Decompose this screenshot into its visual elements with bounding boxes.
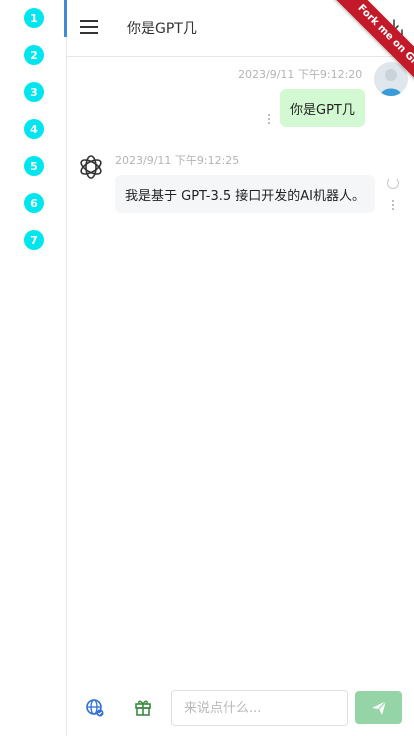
rail-item-4[interactable]: 4 xyxy=(24,119,44,139)
more-options-icon[interactable] xyxy=(391,199,395,211)
message-input[interactable] xyxy=(171,690,348,726)
send-icon xyxy=(371,700,386,715)
rail-item-7[interactable]: 7 xyxy=(24,230,44,250)
gift-icon[interactable] xyxy=(133,697,153,717)
user-message-bubble: 你是GPT几 xyxy=(280,89,365,127)
openai-logo-icon xyxy=(80,155,102,179)
globe-icon[interactable] xyxy=(85,698,105,718)
bot-message-text: 我是基于 GPT-3.5 接口开发的AI机器人。 xyxy=(125,188,366,204)
rail-item-3[interactable]: 3 xyxy=(24,82,44,102)
hamburger-icon[interactable] xyxy=(79,18,99,36)
user-message-text: 你是GPT几 xyxy=(290,102,355,118)
rail-item-6[interactable]: 6 xyxy=(24,193,44,213)
rail-item-2[interactable]: 2 xyxy=(24,45,44,65)
bot-message-bubble: 我是基于 GPT-3.5 接口开发的AI机器人。 xyxy=(115,175,376,213)
message-timestamp: 2023/9/11 下午9:12:25 xyxy=(115,154,240,167)
rail-item-5[interactable]: 5 xyxy=(24,156,44,176)
rail-item-1[interactable]: 1 xyxy=(24,8,44,28)
regenerate-icon[interactable] xyxy=(387,177,399,189)
conversation-title: 你是GPT几 xyxy=(127,21,197,37)
message-timestamp: 2023/9/11 下午9:12:20 xyxy=(238,68,363,81)
more-options-icon[interactable] xyxy=(267,113,271,125)
send-button[interactable] xyxy=(355,691,402,724)
numbered-sidebar: 1 2 3 4 5 6 7 xyxy=(0,0,67,736)
chat-app: 1 2 3 4 5 6 7 你是GPT几 Fork me on Gitee 20… xyxy=(0,0,414,736)
